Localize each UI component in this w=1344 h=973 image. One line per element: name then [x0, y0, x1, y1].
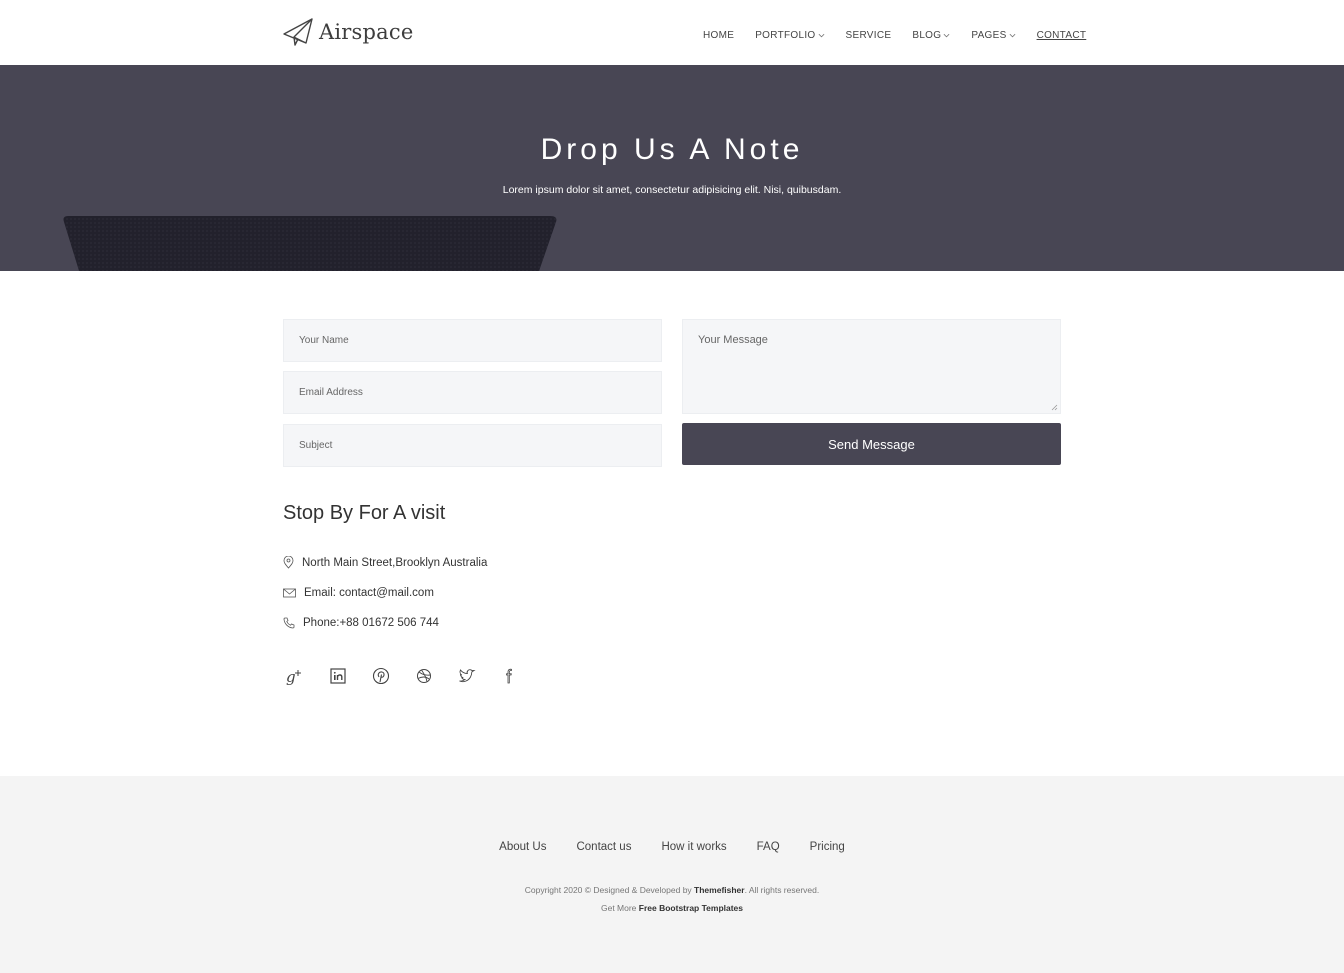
nav-service[interactable]: SERVICE [846, 30, 892, 41]
nav-blog[interactable]: BLOG [912, 30, 950, 41]
page-title: Drop Us A Note [540, 133, 804, 166]
envelope-icon [283, 588, 296, 598]
nav-portfolio[interactable]: PORTFOLIO [755, 30, 824, 41]
more-prefix: Get More [600, 903, 639, 913]
page-subtitle: Lorem ipsum dolor sit amet, consectetur … [502, 184, 842, 196]
more-templates-text: Get More Free Bootstrap Templates [0, 903, 1344, 913]
facebook-icon[interactable] [499, 666, 519, 686]
footer-link-pricing[interactable]: Pricing [810, 841, 845, 853]
nav-service-label: SERVICE [845, 30, 892, 41]
email-row: Email: contact@mail.com [283, 587, 434, 599]
footer-link-faq[interactable]: FAQ [757, 841, 780, 853]
google-plus-icon[interactable]: g [285, 666, 305, 686]
dribbble-icon[interactable] [414, 666, 434, 686]
twitter-icon[interactable] [457, 666, 477, 686]
brand-name: Airspace [319, 20, 414, 44]
linkedin-icon[interactable] [328, 666, 348, 686]
nav-contact[interactable]: CONTACT [1037, 30, 1087, 41]
message-textarea[interactable]: Your Message [682, 319, 1061, 414]
footer-link-contact[interactable]: Contact us [576, 841, 631, 853]
main-nav: HOME PORTFOLIO SERVICE BLOG PAGES CONTAC… [703, 30, 1086, 41]
copyright-prefix: Copyright 2020 © Designed & Developed by [524, 885, 695, 895]
resize-handle-icon[interactable] [1051, 404, 1058, 411]
nav-pages[interactable]: PAGES [971, 30, 1015, 41]
footer-link-about[interactable]: About Us [499, 841, 546, 853]
brand-logo[interactable]: Airspace [283, 17, 413, 47]
nav-portfolio-label: PORTFOLIO [755, 30, 816, 41]
message-placeholder: Your Message [698, 334, 768, 346]
address-row: North Main Street,Brooklyn Australia [283, 556, 487, 569]
email-input[interactable]: Email Address [283, 371, 662, 414]
nav-contact-label: CONTACT [1036, 30, 1087, 41]
email-text: Email: contact@mail.com [304, 587, 434, 599]
chevron-down-icon [1009, 33, 1015, 38]
themefisher-link[interactable]: Themefisher [694, 885, 745, 895]
address-text: North Main Street,Brooklyn Australia [302, 556, 488, 569]
copyright-text: Copyright 2020 © Designed & Developed by… [0, 885, 1344, 895]
chevron-down-icon [943, 33, 950, 38]
name-placeholder: Your Name [299, 335, 349, 346]
svg-text:g: g [286, 668, 296, 686]
email-placeholder: Email Address [299, 387, 363, 398]
laptop-decoration [63, 216, 557, 271]
site-header: Airspace HOME PORTFOLIO SERVICE BLOG PAG… [0, 0, 1344, 65]
chevron-down-icon [818, 33, 824, 38]
copyright-suffix: . All rights reserved. [744, 885, 820, 895]
name-input[interactable]: Your Name [283, 319, 662, 362]
location-pin-icon [283, 556, 294, 569]
site-footer: About Us Contact us How it works FAQ Pri… [0, 776, 1344, 973]
nav-blog-label: BLOG [912, 30, 942, 41]
phone-row: Phone:+88 01672 506 744 [283, 617, 439, 629]
visit-heading: Stop By For A visit [283, 502, 446, 524]
phone-icon [283, 617, 295, 629]
send-message-button[interactable]: Send Message [682, 423, 1061, 465]
nav-pages-label: PAGES [971, 30, 1007, 41]
pinterest-icon[interactable] [371, 666, 391, 686]
phone-text: Phone:+88 01672 506 744 [303, 617, 439, 629]
hero-banner: Drop Us A Note Lorem ipsum dolor sit ame… [0, 65, 1344, 271]
paper-plane-icon [283, 18, 313, 46]
subject-placeholder: Subject [299, 440, 333, 451]
footer-links: About Us Contact us How it works FAQ Pri… [0, 841, 1344, 853]
footer-link-how-it-works[interactable]: How it works [661, 841, 726, 853]
free-templates-link[interactable]: Free Bootstrap Templates [639, 903, 743, 913]
nav-home-label: HOME [703, 30, 735, 41]
nav-home[interactable]: HOME [703, 30, 734, 41]
subject-input[interactable]: Subject [283, 424, 662, 467]
